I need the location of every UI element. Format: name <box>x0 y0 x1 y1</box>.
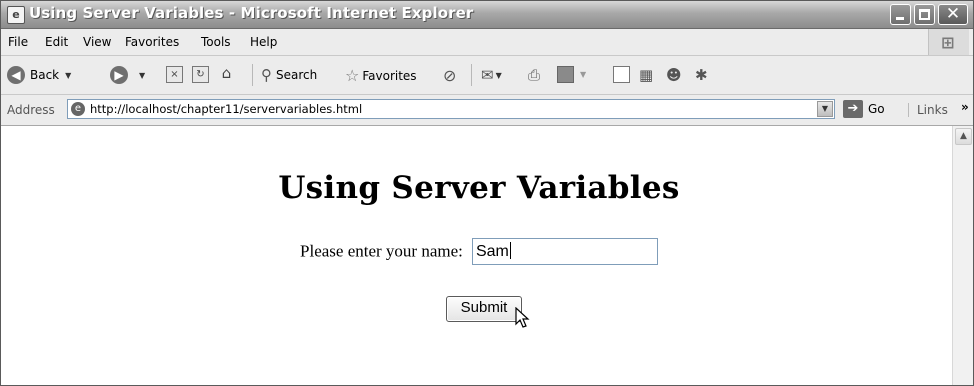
mouse-pointer-icon <box>515 307 530 328</box>
refresh-button[interactable]: ↻ <box>192 66 209 83</box>
menu-bar: File Edit View Favorites Tools Help ⊞ <box>1 29 973 56</box>
name-label: Please enter your name: <box>300 241 463 261</box>
minimize-icon <box>896 17 904 20</box>
links-button[interactable]: Links <box>908 103 948 117</box>
name-input[interactable]: Sam <box>471 238 658 265</box>
home-icon: ⌂ <box>221 64 232 82</box>
text-caret <box>509 242 511 259</box>
address-label: Address <box>7 103 55 117</box>
toolbar: ◀ Back ▼ ▶ ▼ × ↻ ⌂ ⚲ Search ☆ Favorites … <box>1 56 973 95</box>
mail-button[interactable]: ✉ ▼ <box>481 66 502 84</box>
print-button[interactable]: ⎙ <box>528 66 540 84</box>
edit-icon <box>557 66 574 83</box>
history-icon: ⊘ <box>443 66 457 85</box>
home-button[interactable]: ⌂ <box>219 66 234 81</box>
favorites-star-icon: ☆ <box>345 66 360 85</box>
go-label: Go <box>868 102 885 116</box>
menu-file[interactable]: File <box>8 35 28 49</box>
maximize-button[interactable] <box>914 4 935 25</box>
address-dropdown-icon[interactable]: ▼ <box>817 101 833 117</box>
forward-arrow-icon: ▶ <box>110 66 128 84</box>
print-icon: ⎙ <box>528 66 541 84</box>
back-label: Back <box>30 68 60 82</box>
messenger-icon: ☻ <box>666 66 682 84</box>
toolbar-separator <box>471 64 472 86</box>
toolbar-separator <box>252 64 253 86</box>
address-bar: Address e http://localhost/chapter11/ser… <box>1 95 973 126</box>
title-bar[interactable]: e Using Server Variables - Microsoft Int… <box>1 1 973 29</box>
extra-tool-button[interactable]: ✱ <box>695 66 708 84</box>
menu-favorites[interactable]: Favorites <box>125 35 179 49</box>
menu-tools[interactable]: Tools <box>201 35 231 49</box>
browser-window: e Using Server Variables - Microsoft Int… <box>0 0 974 386</box>
maximize-icon <box>919 9 930 20</box>
menu-help[interactable]: Help <box>250 35 277 49</box>
submit-button[interactable]: Submit <box>446 296 522 322</box>
edit-button[interactable]: ▼ <box>557 66 586 83</box>
forward-button[interactable]: ▶ ▼ <box>110 66 145 84</box>
page-heading: Using Server Variables <box>278 170 680 206</box>
ie-page-icon: e <box>71 102 85 116</box>
stop-button[interactable]: × <box>166 66 183 83</box>
menu-view[interactable]: View <box>83 35 111 49</box>
address-input[interactable]: e http://localhost/chapter11/servervaria… <box>67 99 835 119</box>
scroll-up-icon[interactable]: ▲ <box>955 128 972 145</box>
messenger-button[interactable]: ☻ <box>666 66 682 84</box>
go-button[interactable]: ➔ Go <box>843 100 885 118</box>
back-arrow-icon: ◀ <box>7 66 25 84</box>
forward-dropdown-icon[interactable]: ▼ <box>139 71 145 80</box>
research-icon: ▦ <box>639 66 654 84</box>
extra-tool-icon: ✱ <box>695 66 708 84</box>
discuss-icon <box>613 66 630 83</box>
mail-dropdown-icon[interactable]: ▼ <box>496 71 502 80</box>
vertical-scrollbar[interactable]: ▲ <box>952 126 973 385</box>
minimize-button[interactable] <box>890 4 911 25</box>
address-url: http://localhost/chapter11/servervariabl… <box>90 102 363 116</box>
history-button[interactable]: ⊘ <box>443 66 456 85</box>
research-button[interactable]: ▦ <box>639 66 653 84</box>
close-button[interactable]: ✕ <box>938 4 968 25</box>
name-input-value: Sam <box>475 243 509 260</box>
ie-page-icon: e <box>7 6 25 24</box>
close-icon: ✕ <box>945 4 961 24</box>
search-button[interactable]: ⚲ Search <box>261 66 317 84</box>
mail-icon: ✉ <box>481 66 494 84</box>
edit-dropdown-icon[interactable]: ▼ <box>580 70 586 79</box>
favorites-button[interactable]: ☆ Favorites <box>345 66 417 85</box>
back-button[interactable]: ◀ Back ▼ <box>7 66 71 84</box>
go-arrow-icon: ➔ <box>843 100 863 118</box>
page-content: Using Server Variables Please enter your… <box>7 126 951 385</box>
menu-edit[interactable]: Edit <box>45 35 68 49</box>
favorites-label: Favorites <box>362 68 417 83</box>
back-dropdown-icon[interactable]: ▼ <box>65 71 71 80</box>
search-icon: ⚲ <box>261 66 272 84</box>
window-title: Using Server Variables - Microsoft Inter… <box>29 4 474 22</box>
chevron-right-icon[interactable]: » <box>961 100 969 114</box>
stop-icon: × <box>166 66 183 83</box>
discuss-button[interactable] <box>613 66 630 83</box>
search-label: Search <box>276 68 318 82</box>
windows-logo-icon: ⊞ <box>928 29 969 55</box>
name-form-row: Please enter your name: Sam <box>7 238 951 265</box>
refresh-icon: ↻ <box>192 66 209 83</box>
